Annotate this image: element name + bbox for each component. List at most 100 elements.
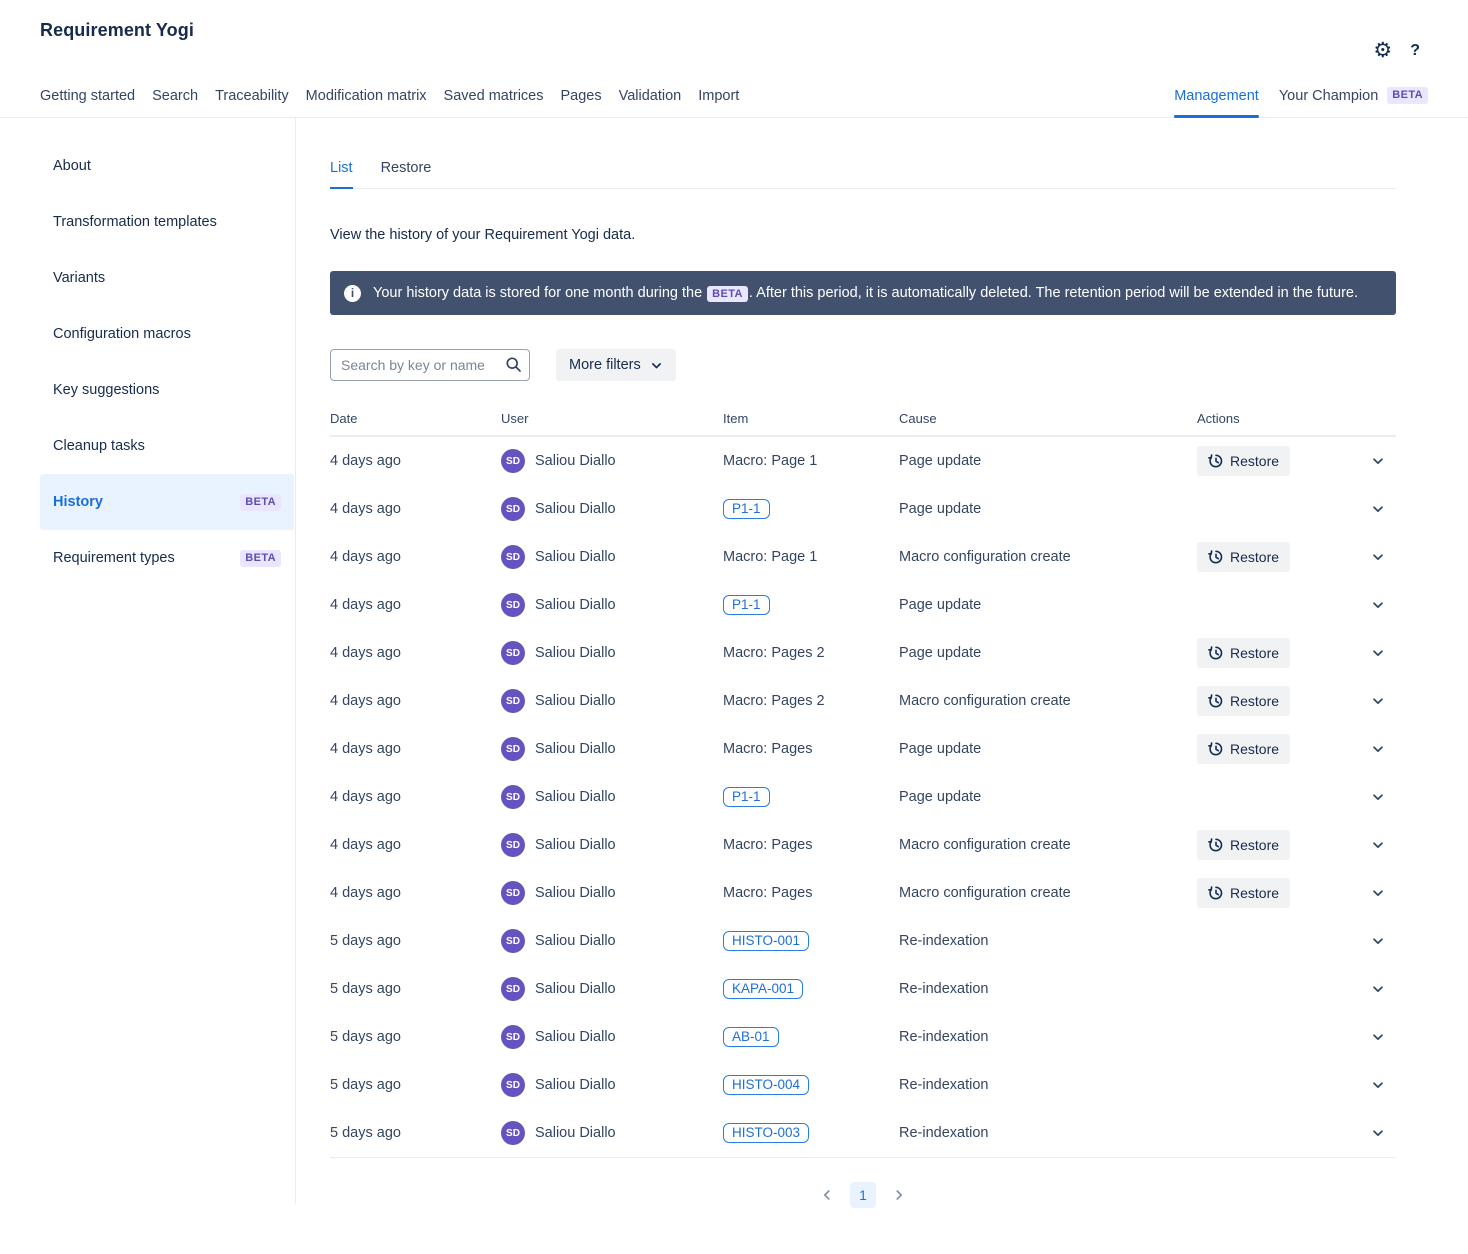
row-expand-chevron-icon[interactable] bbox=[1369, 980, 1387, 998]
restore-button[interactable]: Restore bbox=[1197, 638, 1290, 668]
restore-icon bbox=[1208, 549, 1224, 565]
tab-list[interactable]: List bbox=[330, 160, 353, 188]
row-expand-chevron-icon[interactable] bbox=[1369, 788, 1387, 806]
row-date: 4 days ago bbox=[330, 741, 501, 757]
row-user: SD Saliou Diallo bbox=[501, 593, 723, 617]
row-expand-chevron-icon[interactable] bbox=[1369, 596, 1387, 614]
settings-gear-icon[interactable]: ⚙ bbox=[1373, 40, 1392, 61]
tab-restore[interactable]: Restore bbox=[381, 160, 432, 188]
row-cause: Re-indexation bbox=[899, 933, 1197, 949]
sidebar-item-key-suggestions[interactable]: Key suggestions bbox=[40, 362, 294, 418]
row-actions bbox=[1197, 596, 1396, 614]
row-cause: Re-indexation bbox=[899, 1029, 1197, 1045]
row-user: SD Saliou Diallo bbox=[501, 737, 723, 761]
row-item: P1-1 bbox=[723, 595, 899, 615]
nav-item-management[interactable]: Management bbox=[1174, 82, 1259, 117]
table-row: 5 days ago SD Saliou Diallo HISTO-004 Re… bbox=[330, 1061, 1396, 1109]
search-input[interactable] bbox=[330, 349, 530, 381]
requirement-key-link[interactable]: P1-1 bbox=[723, 499, 770, 519]
row-item: HISTO-004 bbox=[723, 1075, 899, 1095]
restore-button[interactable]: Restore bbox=[1197, 446, 1290, 476]
restore-button[interactable]: Restore bbox=[1197, 542, 1290, 572]
row-expand-chevron-icon[interactable] bbox=[1369, 932, 1387, 950]
nav-item-your-champion[interactable]: Your Champion BETA bbox=[1279, 81, 1428, 117]
row-date: 4 days ago bbox=[330, 789, 501, 805]
beta-badge: BETA bbox=[1387, 87, 1428, 104]
sidebar-item-label: Key suggestions bbox=[53, 382, 159, 398]
sidebar-item-configuration-macros[interactable]: Configuration macros bbox=[40, 306, 294, 362]
row-expand-chevron-icon[interactable] bbox=[1369, 548, 1387, 566]
sidebar-item-transformation-templates[interactable]: Transformation templates bbox=[40, 194, 294, 250]
requirement-key-link[interactable]: P1-1 bbox=[723, 787, 770, 807]
row-user: SD Saliou Diallo bbox=[501, 1121, 723, 1145]
sidebar-item-cleanup-tasks[interactable]: Cleanup tasks bbox=[40, 418, 294, 474]
sidebar-item-history[interactable]: History BETA bbox=[40, 474, 294, 530]
table-row: 5 days ago SD Saliou Diallo HISTO-001 Re… bbox=[330, 917, 1396, 965]
row-expand-chevron-icon[interactable] bbox=[1369, 1076, 1387, 1094]
row-item: HISTO-003 bbox=[723, 1123, 899, 1143]
nav-item-modification-matrix[interactable]: Modification matrix bbox=[306, 82, 427, 117]
user-name: Saliou Diallo bbox=[535, 1029, 616, 1045]
restore-button[interactable]: Restore bbox=[1197, 878, 1290, 908]
nav-item-traceability[interactable]: Traceability bbox=[215, 82, 289, 117]
sidebar-item-label: About bbox=[53, 158, 91, 174]
row-actions bbox=[1197, 788, 1396, 806]
row-expand-chevron-icon[interactable] bbox=[1369, 1124, 1387, 1142]
nav-item-validation[interactable]: Validation bbox=[619, 82, 682, 117]
row-actions bbox=[1197, 1028, 1396, 1046]
sidebar-item-variants[interactable]: Variants bbox=[40, 250, 294, 306]
row-date: 4 days ago bbox=[330, 693, 501, 709]
row-cause: Macro configuration create bbox=[899, 549, 1197, 565]
requirement-key-link[interactable]: AB-01 bbox=[723, 1027, 779, 1047]
row-date: 4 days ago bbox=[330, 501, 501, 517]
page-header: Requirement Yogi bbox=[0, 0, 1468, 41]
nav-item-getting-started[interactable]: Getting started bbox=[40, 82, 135, 117]
user-name: Saliou Diallo bbox=[535, 1077, 616, 1093]
previous-page-icon[interactable] bbox=[816, 1184, 838, 1206]
sidebar: About Transformation templates Variants … bbox=[40, 118, 296, 1204]
user-avatar: SD bbox=[501, 593, 525, 617]
requirement-key-link[interactable]: KAPA-001 bbox=[723, 979, 803, 999]
more-filters-button[interactable]: More filters bbox=[556, 349, 676, 381]
row-user: SD Saliou Diallo bbox=[501, 929, 723, 953]
requirement-key-link[interactable]: P1-1 bbox=[723, 595, 770, 615]
next-page-icon[interactable] bbox=[888, 1184, 910, 1206]
row-expand-chevron-icon[interactable] bbox=[1369, 740, 1387, 758]
nav-item-import[interactable]: Import bbox=[698, 82, 739, 117]
table-row: 4 days ago SD Saliou Diallo Macro: Page … bbox=[330, 533, 1396, 581]
sidebar-item-label: Configuration macros bbox=[53, 326, 191, 342]
restore-button[interactable]: Restore bbox=[1197, 734, 1290, 764]
user-avatar: SD bbox=[501, 881, 525, 905]
user-avatar: SD bbox=[501, 1121, 525, 1145]
restore-button[interactable]: Restore bbox=[1197, 686, 1290, 716]
help-icon[interactable]: ? bbox=[1410, 42, 1420, 60]
user-name: Saliou Diallo bbox=[535, 741, 616, 757]
nav-item-saved-matrices[interactable]: Saved matrices bbox=[444, 82, 544, 117]
row-expand-chevron-icon[interactable] bbox=[1369, 1028, 1387, 1046]
nav-item-pages[interactable]: Pages bbox=[560, 82, 601, 117]
row-expand-chevron-icon[interactable] bbox=[1369, 452, 1387, 470]
user-avatar: SD bbox=[501, 1073, 525, 1097]
nav-item-search[interactable]: Search bbox=[152, 82, 198, 117]
row-actions: Restore bbox=[1197, 542, 1396, 572]
requirement-key-link[interactable]: HISTO-003 bbox=[723, 1123, 809, 1143]
user-name: Saliou Diallo bbox=[535, 885, 616, 901]
row-item: Macro: Pages bbox=[723, 837, 899, 853]
page-number-button[interactable]: 1 bbox=[850, 1182, 876, 1208]
row-expand-chevron-icon[interactable] bbox=[1369, 644, 1387, 662]
sidebar-item-requirement-types[interactable]: Requirement types BETA bbox=[40, 530, 294, 586]
row-actions bbox=[1197, 932, 1396, 950]
requirement-key-link[interactable]: HISTO-001 bbox=[723, 931, 809, 951]
row-expand-chevron-icon[interactable] bbox=[1369, 884, 1387, 902]
search-box bbox=[330, 349, 530, 381]
user-avatar: SD bbox=[501, 977, 525, 1001]
table-row: 4 days ago SD Saliou Diallo Macro: Page … bbox=[330, 437, 1396, 485]
row-expand-chevron-icon[interactable] bbox=[1369, 500, 1387, 518]
table-row: 4 days ago SD Saliou Diallo P1-1 Page up… bbox=[330, 773, 1396, 821]
restore-button[interactable]: Restore bbox=[1197, 830, 1290, 860]
row-expand-chevron-icon[interactable] bbox=[1369, 836, 1387, 854]
requirement-key-link[interactable]: HISTO-004 bbox=[723, 1075, 809, 1095]
search-icon bbox=[505, 356, 522, 373]
row-expand-chevron-icon[interactable] bbox=[1369, 692, 1387, 710]
sidebar-item-about[interactable]: About bbox=[40, 138, 294, 194]
